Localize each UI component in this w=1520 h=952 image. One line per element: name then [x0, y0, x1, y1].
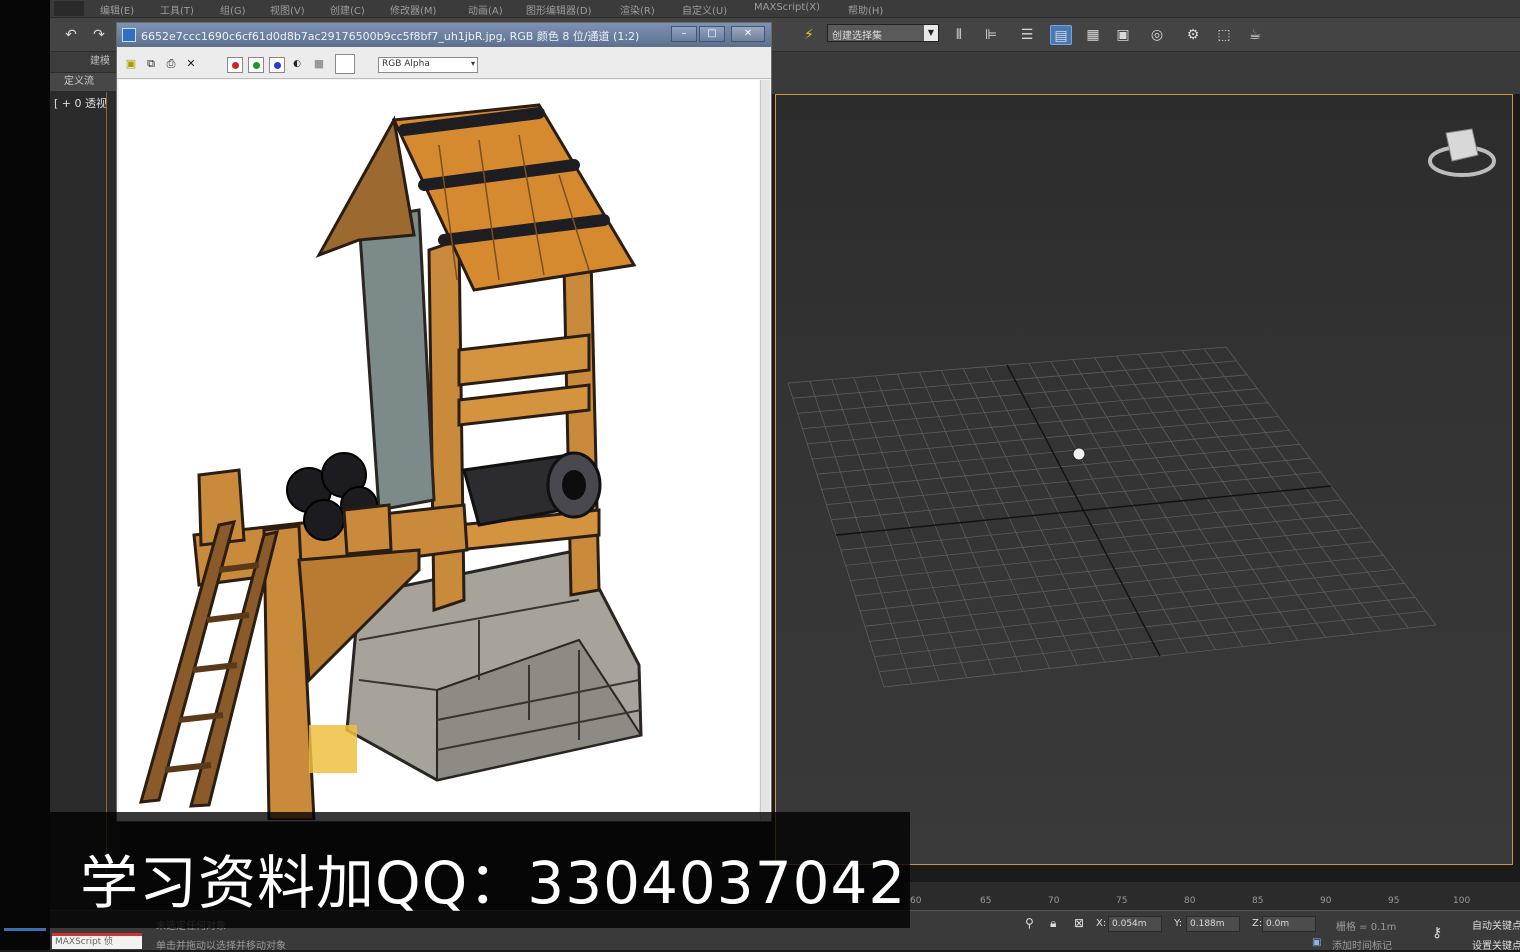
alpha-channel-icon[interactable]: ◐ — [289, 56, 305, 72]
render-teapot-icon[interactable]: ☕ — [1244, 25, 1266, 45]
clone-window-icon[interactable]: ⧉ — [143, 56, 159, 72]
chevron-down-icon: ▾ — [470, 59, 475, 68]
viewcube-icon[interactable] — [1428, 128, 1496, 177]
timeline-tick: 90 — [1320, 896, 1332, 906]
menu-create[interactable]: 创建(C) — [330, 2, 365, 17]
named-selection-dropdown[interactable]: 创建选择集 ▼ — [827, 24, 939, 42]
chevron-down-icon: ▼ — [924, 25, 938, 41]
image-viewer-toolbar: ▣ ⧉ ⎙ ✕ ◐ ■ RGB Alpha ▾ — [117, 47, 771, 79]
menu-group[interactable]: 组(G) — [220, 2, 246, 17]
pan-hand-cursor-icon — [1072, 447, 1086, 461]
app-logo-icon[interactable] — [54, 1, 84, 16]
save-image-icon[interactable]: ▣ — [123, 56, 139, 72]
color-picker-cursor-icon — [309, 725, 357, 773]
isolate-icon[interactable]: ⚲ — [1025, 916, 1034, 930]
ribbon-tab-freeform[interactable]: 定义流 — [50, 73, 120, 91]
menu-tools[interactable]: 工具(T) — [160, 2, 194, 17]
z-coordinate-field[interactable]: 0.0m — [1262, 916, 1316, 932]
render-setup-icon[interactable]: ⚙ — [1182, 25, 1204, 45]
time-tag-icon[interactable]: ▣ — [1312, 937, 1321, 948]
image-viewer-window[interactable]: 6652e7ccc1690c6cf61d0d8b7ac29176500b9cc5… — [116, 22, 772, 822]
lock-icon[interactable]: 🔒︎ — [1050, 916, 1056, 931]
menu-bar: 编辑(E) 工具(T) 组(G) 视图(V) 创建(C) 修改器(M) 动画(A… — [50, 0, 1520, 18]
timeline-tick: 95 — [1388, 896, 1400, 906]
auto-key-button[interactable]: 自动关键点 — [1472, 917, 1520, 932]
menu-customize[interactable]: 自定义(U) — [682, 2, 727, 17]
display-channel-value: RGB Alpha — [382, 59, 430, 69]
material-editor-icon[interactable]: ◎ — [1146, 25, 1168, 45]
image-viewer-titlebar[interactable]: 6652e7ccc1690c6cf61d0d8b7ac29176500b9cc5… — [117, 23, 771, 47]
menu-help[interactable]: 帮助(H) — [848, 2, 883, 17]
grid-size-readout: 栅格 = 0.1m — [1336, 922, 1397, 933]
mirror-icon[interactable]: ⫴ — [948, 25, 970, 45]
minimize-button[interactable]: – — [671, 26, 697, 42]
timeline-tick: 70 — [1048, 896, 1060, 906]
blue-channel-toggle[interactable] — [269, 57, 285, 73]
monochrome-icon[interactable]: ■ — [311, 56, 327, 72]
y-coordinate-field[interactable]: 0.188m — [1186, 916, 1240, 932]
maximize-button[interactable]: □ — [699, 26, 725, 42]
layer-manager-icon[interactable]: ☰ — [1016, 25, 1038, 45]
viewport-border — [106, 92, 107, 872]
viewport-top-area — [770, 52, 1520, 94]
timeline-ruler[interactable]: 60 65 70 75 80 85 90 95 100 — [905, 882, 1520, 910]
x-label: X: — [1096, 918, 1107, 929]
redo-icon[interactable]: ↷ — [88, 25, 110, 45]
absolute-mode-icon[interactable]: ⊠ — [1074, 916, 1084, 930]
edit-named-selection-icon[interactable]: ⚡ — [798, 25, 820, 45]
menu-modifiers[interactable]: 修改器(M) — [390, 2, 436, 17]
home-grid — [787, 128, 1496, 688]
timeline-tick: 100 — [1453, 896, 1471, 906]
menu-animation[interactable]: 动画(A) — [468, 2, 503, 17]
named-selection-value: 创建选择集 — [832, 31, 882, 42]
rendered-frame-icon[interactable]: ⬚ — [1213, 25, 1235, 45]
curve-editor-icon[interactable]: ▦ — [1082, 25, 1104, 45]
clear-icon[interactable]: ✕ — [183, 56, 199, 72]
perspective-viewport[interactable] — [775, 94, 1513, 865]
menu-graph-editors[interactable]: 图形编辑器(D) — [526, 2, 592, 17]
image-canvas[interactable] — [119, 80, 759, 820]
image-file-icon — [122, 28, 136, 42]
timeline-tick: 65 — [980, 896, 992, 906]
align-icon[interactable]: ⊫ — [980, 25, 1002, 45]
image-vertical-scrollbar[interactable] — [760, 80, 770, 820]
schematic-view-icon[interactable]: ▣ — [1112, 25, 1134, 45]
watermark-banner: 学习资料加QQ：3304037042 — [50, 812, 910, 928]
display-channel-dropdown[interactable]: RGB Alpha ▾ — [378, 57, 478, 73]
menu-rendering[interactable]: 渲染(R) — [620, 2, 655, 17]
watermark-text: 学习资料加QQ：3304037042 — [80, 849, 907, 917]
timeline-tick: 75 — [1116, 896, 1128, 906]
menu-edit[interactable]: 编辑(E) — [100, 2, 134, 17]
viewport-label[interactable]: [ + 0 透视 — [54, 95, 107, 111]
menu-views[interactable]: 视图(V) — [270, 2, 305, 17]
maxscript-listener-input[interactable]: MAXScript 侦 — [52, 933, 142, 949]
undo-icon[interactable]: ↶ — [60, 25, 82, 45]
ribbon-tab-modeling[interactable]: 建模 — [50, 52, 120, 72]
x-coordinate-field[interactable]: 0.054m — [1108, 916, 1162, 932]
timeline-tick: 60 — [910, 896, 922, 906]
menu-maxscript[interactable]: MAXScript(X) — [754, 2, 820, 13]
left-dark-strip — [0, 0, 50, 950]
green-channel-toggle[interactable] — [248, 57, 264, 73]
timeline-tick: 85 — [1252, 896, 1264, 906]
watchtower-reference-image — [138, 103, 643, 820]
background-color-swatch[interactable] — [335, 54, 355, 74]
z-label: Z: — [1252, 918, 1263, 929]
red-channel-toggle[interactable] — [227, 57, 243, 73]
cannon — [462, 451, 602, 527]
taskbar-indicator — [4, 928, 46, 931]
image-viewer-title: 6652e7ccc1690c6cf61d0d8b7ac29176500b9cc5… — [141, 30, 640, 43]
close-button[interactable]: ✕ — [731, 26, 765, 42]
print-icon[interactable]: ⎙ — [163, 56, 179, 72]
set-key-icon[interactable]: ⚷ — [1432, 925, 1442, 941]
left-command-strip: 建模 定义流 [ + 0 透视 — [50, 52, 120, 942]
timeline-tick: 80 — [1184, 896, 1196, 906]
y-label: Y: — [1174, 918, 1183, 929]
scene-explorer-icon[interactable]: ▤ — [1050, 25, 1072, 45]
